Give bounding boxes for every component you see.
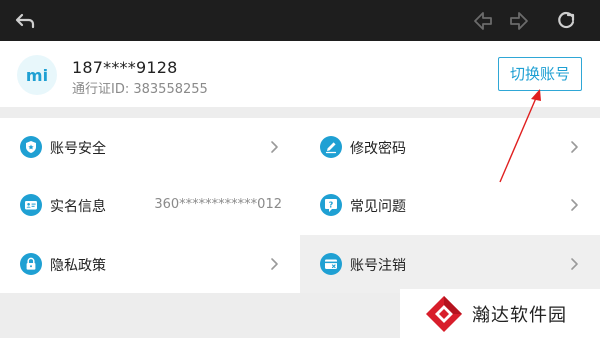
menu-item-label: 账号安全 bbox=[50, 141, 106, 157]
menu-item-change-password[interactable]: 修改密码 bbox=[300, 118, 600, 176]
settings-menu: 账号安全 修改密码 实名信息 360************012 ? 常见问题… bbox=[0, 118, 600, 293]
back-arrow-icon[interactable] bbox=[14, 10, 36, 32]
menu-item-label: 实名信息 bbox=[50, 199, 106, 215]
menu-item-label: 常见问题 bbox=[350, 199, 406, 215]
menu-item-account-security[interactable]: 账号安全 bbox=[0, 118, 300, 176]
id-card-icon bbox=[20, 194, 42, 216]
menu-item-privacy-policy[interactable]: 隐私政策 bbox=[0, 235, 300, 293]
menu-item-account-cancellation[interactable]: 账号注销 bbox=[300, 235, 600, 293]
chevron-right-icon bbox=[270, 257, 280, 271]
menu-item-real-name-info[interactable]: 实名信息 360************012 bbox=[0, 176, 300, 234]
question-icon: ? bbox=[320, 194, 342, 216]
shield-icon bbox=[20, 136, 42, 158]
refresh-icon[interactable] bbox=[555, 10, 577, 32]
menu-item-label: 账号注销 bbox=[350, 258, 406, 274]
chevron-right-icon bbox=[570, 198, 580, 212]
account-phone: 187****9128 bbox=[72, 58, 178, 77]
svg-text:mi: mi bbox=[26, 66, 48, 85]
prev-diamond-icon[interactable] bbox=[472, 10, 494, 32]
edit-pen-icon bbox=[320, 136, 342, 158]
account-cancel-icon bbox=[320, 253, 342, 275]
watermark-logo bbox=[424, 294, 464, 334]
passport-id: 通行证ID: 383558255 bbox=[72, 82, 208, 97]
watermark-text: 瀚达软件园 bbox=[472, 305, 567, 326]
watermark: 瀚达软件园 bbox=[400, 289, 600, 338]
chevron-right-icon bbox=[270, 140, 280, 154]
id-number-value: 360************012 bbox=[154, 197, 282, 212]
svg-text:?: ? bbox=[329, 201, 334, 210]
switch-account-button[interactable]: 切换账号 bbox=[498, 57, 582, 91]
section-divider bbox=[0, 107, 600, 118]
top-toolbar bbox=[0, 0, 600, 41]
account-header: mi 187****9128 通行证ID: 383558255 切换账号 bbox=[0, 41, 600, 107]
menu-item-faq[interactable]: ? 常见问题 bbox=[300, 176, 600, 234]
next-diamond-icon[interactable] bbox=[508, 10, 530, 32]
lock-icon bbox=[20, 253, 42, 275]
chevron-right-icon bbox=[570, 140, 580, 154]
avatar: mi bbox=[17, 55, 57, 95]
menu-item-label: 修改密码 bbox=[350, 141, 406, 157]
chevron-right-icon bbox=[570, 257, 580, 271]
menu-item-label: 隐私政策 bbox=[50, 258, 106, 274]
